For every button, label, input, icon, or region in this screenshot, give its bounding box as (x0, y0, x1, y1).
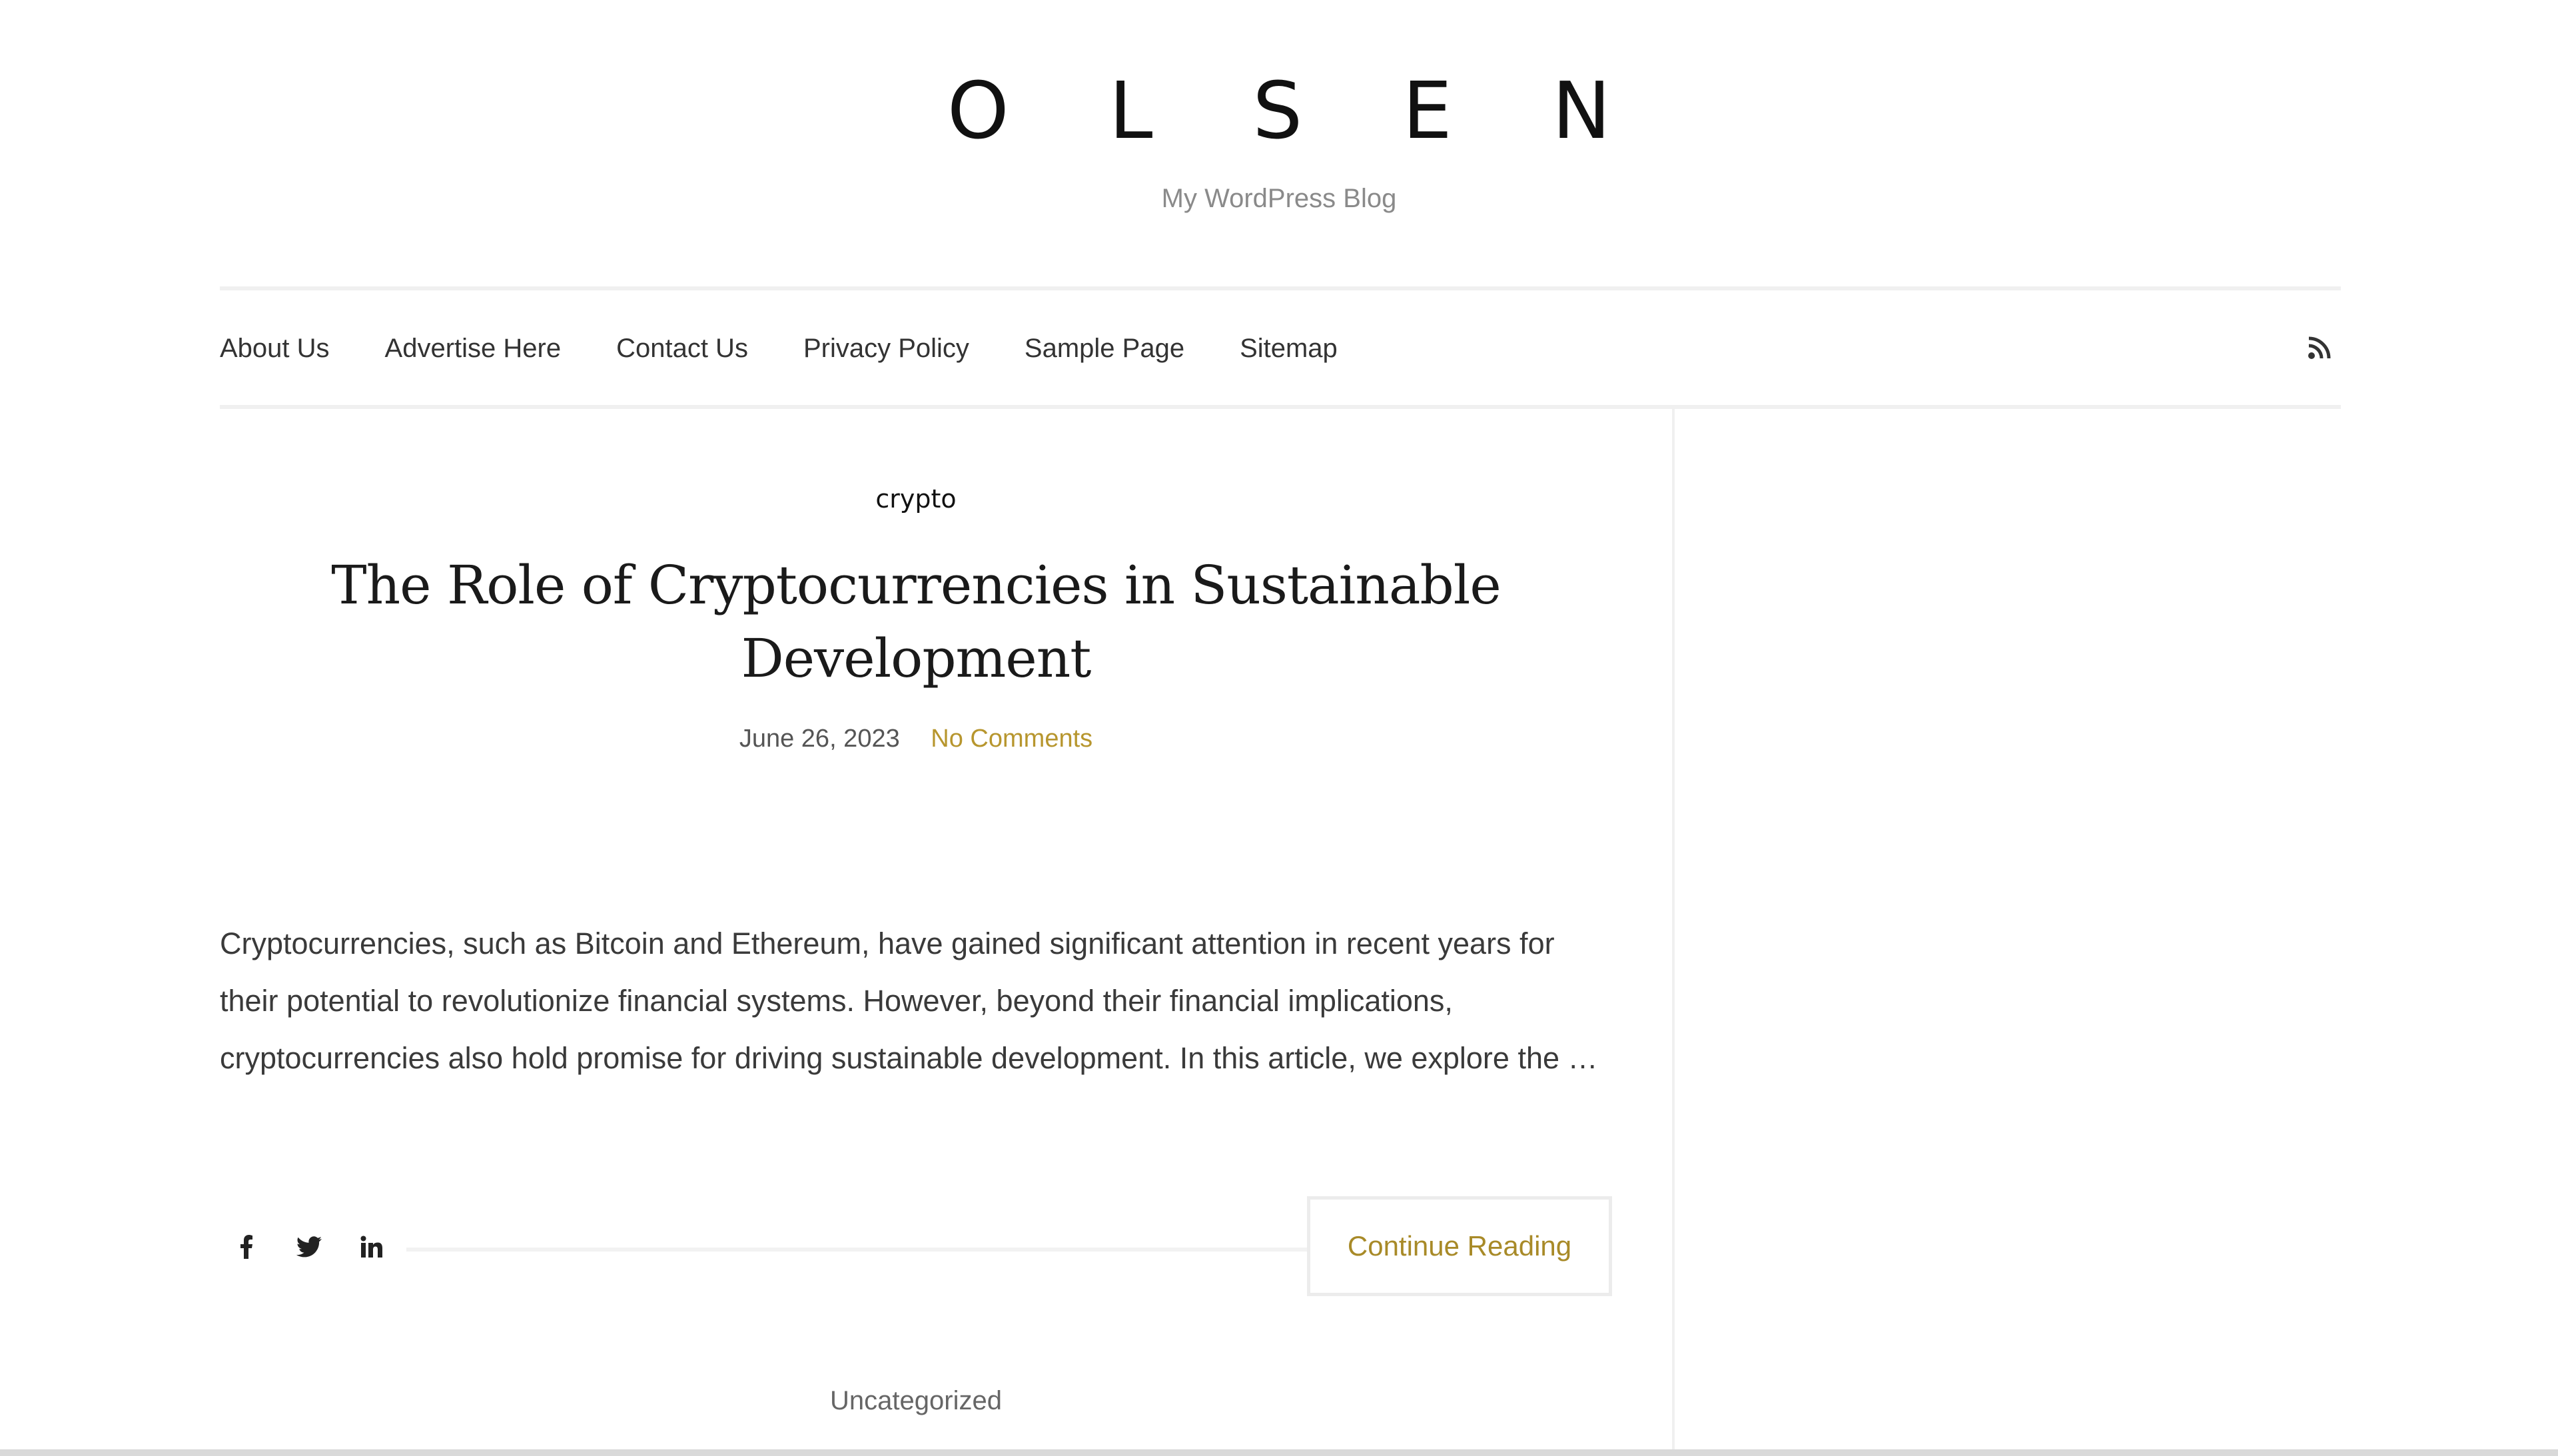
nav-item-advertise-here[interactable]: Advertise Here (385, 330, 562, 366)
main-navigation: About Us Advertise Here Contact Us Priva… (220, 286, 2341, 409)
facebook-icon[interactable] (233, 1234, 260, 1260)
post-meta: June 26, 2023 No Comments (220, 722, 1612, 755)
site-tagline: My WordPress Blog (1161, 184, 1397, 213)
twitter-icon[interactable] (296, 1234, 322, 1260)
post-excerpt: Cryptocurrencies, such as Bitcoin and Et… (220, 926, 1598, 1075)
page-bottom-edge (0, 1449, 2558, 1456)
post-category[interactable]: crypto (220, 482, 1612, 516)
nav-item-contact-us[interactable]: Contact Us (616, 330, 748, 366)
nav-item-sitemap[interactable]: Sitemap (1240, 330, 1338, 366)
linkedin-icon[interactable] (358, 1234, 385, 1260)
post-title[interactable]: The Role of Cryptocurrencies in Sustaina… (220, 549, 1612, 695)
next-post-category[interactable]: Uncategorized (220, 1384, 1612, 1417)
rss-icon[interactable] (2306, 334, 2333, 361)
nav-item-sample-page[interactable]: Sample Page (1025, 330, 1184, 366)
share-links (233, 1234, 385, 1260)
sidebar-divider (1672, 409, 1675, 1456)
nav-item-privacy-policy[interactable]: Privacy Policy (803, 330, 969, 366)
nav-list: About Us Advertise Here Contact Us Priva… (220, 330, 1393, 366)
continue-reading-button[interactable]: Continue Reading (1307, 1196, 1612, 1296)
site-title[interactable]: OLSEN (0, 64, 2558, 157)
nav-item-about-us[interactable]: About Us (220, 330, 330, 366)
post-comments-link[interactable]: No Comments (931, 725, 1092, 753)
post-footer: Continue Reading (220, 1196, 1612, 1300)
post-date: June 26, 2023 (739, 725, 900, 753)
